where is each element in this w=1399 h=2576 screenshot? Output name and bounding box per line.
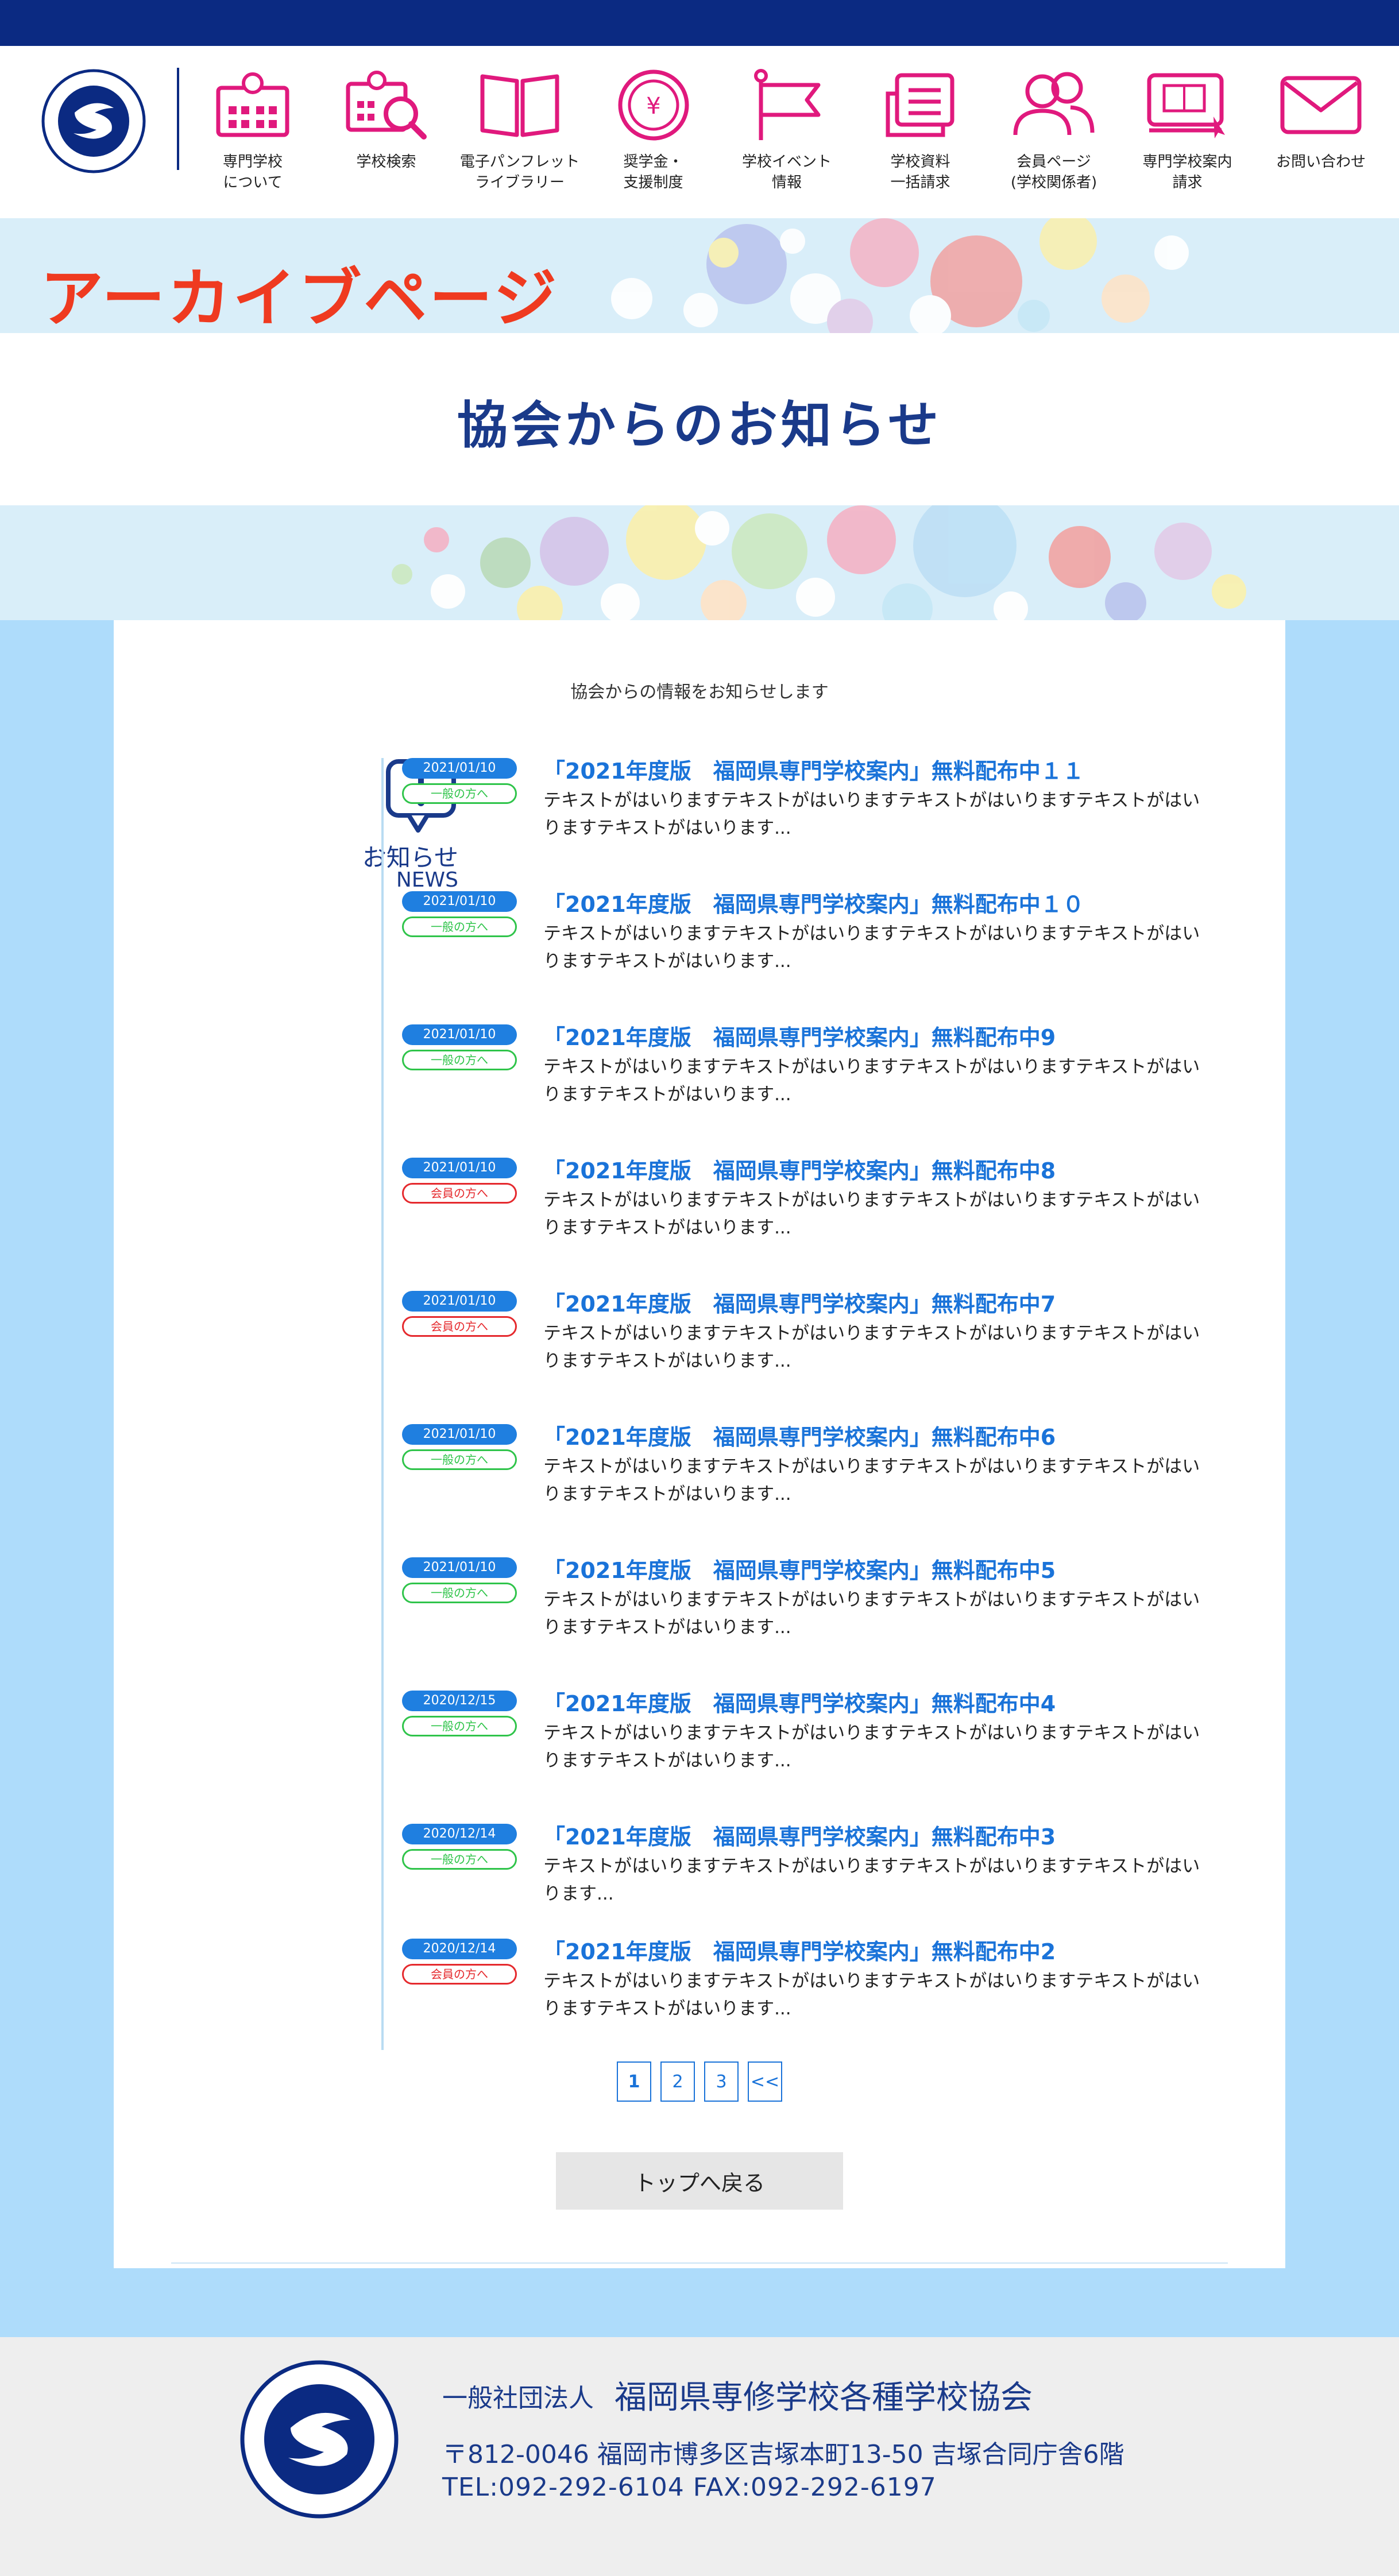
news-date-badge: 2020/12/14 xyxy=(402,1939,517,1959)
news-excerpt: テキストがはいりますテキストがはいりますテキストがはいりますテキストがはいります… xyxy=(543,1323,1200,1371)
nav-label: お問い合わせ xyxy=(1276,153,1366,171)
flag-icon xyxy=(741,68,833,142)
nav-label: 学校資料 一括請求 xyxy=(890,153,950,191)
general-audience-tag: 一般の方へ xyxy=(402,1449,517,1470)
news-title-link[interactable]: 「2021年度版 福岡県専門学校案内」無料配布中3 xyxy=(543,1819,1209,1851)
general-audience-tag: 一般の方へ xyxy=(402,1050,517,1070)
page-title: 協会からのお知らせ xyxy=(457,396,942,455)
news-excerpt: テキストがはいりますテキストがはいりますテキストがはいりますテキストがはいります… xyxy=(543,1456,1200,1504)
back-to-top-button[interactable]: トップへ戻る xyxy=(556,2152,843,2210)
news-date-badge: 2021/01/10 xyxy=(402,1024,517,1045)
nav-contact[interactable]: お問い合わせ xyxy=(1258,68,1384,200)
news-excerpt: テキストがはいりますテキストがはいりますテキストがはいりますテキストがはいります… xyxy=(543,1856,1200,1904)
news-date-badge: 2021/01/10 xyxy=(402,1291,517,1312)
news-title-link[interactable]: 「2021年度版 福岡県専門学校案内」無料配布中7 xyxy=(543,1286,1209,1318)
nav-label: 奨学金・ 支援制度 xyxy=(623,153,683,191)
yen-coin-icon: ¥ xyxy=(608,68,700,142)
news-excerpt: テキストがはいりますテキストがはいりますテキストがはいりますテキストがはいります… xyxy=(543,1057,1200,1105)
page-3-button[interactable]: 3 xyxy=(704,2061,739,2102)
news-date-badge: 2020/12/15 xyxy=(402,1691,517,1711)
news-excerpt: テキストがはいりますテキストがはいりますテキストがはいりますテキストがはいります… xyxy=(543,1589,1200,1638)
org-tel-fax: TEL:092-292-6104 FAX:092-292-6197 xyxy=(442,2473,937,2502)
nav-e-pamphlet[interactable]: 電子パンフレット ライブラリー xyxy=(457,68,583,200)
news-excerpt: テキストがはいりますテキストがはいりますテキストがはいりますテキストがはいります… xyxy=(543,923,1200,972)
nav-brochure-request[interactable]: 専門学校案内 請求 xyxy=(1124,68,1251,200)
member-audience-tag: 会員の方へ xyxy=(402,1183,517,1204)
nav-scholarship[interactable]: ¥ 奨学金・ 支援制度 xyxy=(590,68,717,200)
member-audience-tag: 会員の方へ xyxy=(402,1316,517,1337)
nav-label: 会員ページ (学校関係者) xyxy=(1010,153,1097,191)
news-date-badge: 2021/01/10 xyxy=(402,1424,517,1445)
nav-label: 専門学校 について xyxy=(222,153,283,191)
news-title-link[interactable]: 「2021年度版 福岡県専門学校案内」無料配布中5 xyxy=(543,1553,1209,1584)
news-title-link[interactable]: 「2021年度版 福岡県専門学校案内」無料配布中１１ xyxy=(543,753,1209,785)
nav-about-schools[interactable]: 専門学校 について xyxy=(190,68,316,200)
nav-school-events[interactable]: 学校イベント 情報 xyxy=(724,68,850,200)
hero-banner: アーカイブページ 協会からのお知らせ xyxy=(0,218,1399,620)
nav-label: 学校検索 xyxy=(356,153,416,171)
general-audience-tag: 一般の方へ xyxy=(402,1716,517,1736)
intro-text: 協会からの情報をお知らせします xyxy=(570,682,829,702)
org-prefix: 一般社団法人 xyxy=(442,2384,594,2413)
org-name: 福岡県専修学校各種学校協会 xyxy=(615,2379,1033,2416)
news-title-link[interactable]: 「2021年度版 福岡県専門学校案内」無料配布中6 xyxy=(543,1419,1209,1451)
org-address: 〒812-0046 福岡市博多区吉塚本町13-50 吉塚合同庁舎6階 xyxy=(442,2440,1124,2469)
nav-member-page[interactable]: 会員ページ (学校関係者) xyxy=(991,68,1117,200)
divider xyxy=(171,2262,1228,2264)
news-date-badge: 2021/01/10 xyxy=(402,758,517,779)
nav-label: 電子パンフレット ライブラリー xyxy=(459,153,580,191)
news-title-link[interactable]: 「2021年度版 福岡県専門学校案内」無料配布中4 xyxy=(543,1686,1209,1718)
news-excerpt: テキストがはいりますテキストがはいりますテキストがはいりますテキストがはいります… xyxy=(543,790,1200,838)
archive-page-label: アーカイブページ xyxy=(40,262,559,335)
news-title-link[interactable]: 「2021年度版 福岡県専門学校案内」無料配布中１０ xyxy=(543,887,1209,918)
general-audience-tag: 一般の方へ xyxy=(402,1583,517,1603)
page-2-button[interactable]: 2 xyxy=(660,2061,695,2102)
pagination: 1 2 3 << xyxy=(114,2061,1285,2102)
top-bar xyxy=(0,0,1399,46)
news-title-link[interactable]: 「2021年度版 福岡県専門学校案内」無料配布中9 xyxy=(543,1020,1209,1051)
site-footer: 一般社団法人 福岡県専修学校各種学校協会 〒812-0046 福岡市博多区吉塚本… xyxy=(0,2337,1399,2576)
nav-label: 専門学校案内 請求 xyxy=(1142,153,1232,191)
news-title-link[interactable]: 「2021年度版 福岡県専門学校案内」無料配布中8 xyxy=(543,1153,1209,1185)
general-audience-tag: 一般の方へ xyxy=(402,916,517,937)
document-icon xyxy=(875,68,967,142)
news-excerpt: テキストがはいりますテキストがはいりますテキストがはいりますテキストがはいります… xyxy=(543,1971,1200,2019)
news-label-en: NEWS xyxy=(396,868,458,892)
nav-bulk-request[interactable]: 学校資料 一括請求 xyxy=(857,68,984,200)
svg-text:¥: ¥ xyxy=(646,93,660,119)
general-audience-tag: 一般の方へ xyxy=(402,1849,517,1870)
main-nav: 専門学校 について 学校検索 電子パンフレット ライブラリー ¥ 奨学金・ 支援… xyxy=(190,68,1384,200)
news-date-badge: 2021/01/10 xyxy=(402,1158,517,1178)
page-1-button[interactable]: 1 xyxy=(617,2061,651,2102)
school-search-icon xyxy=(341,68,432,142)
association-logo[interactable] xyxy=(40,68,147,175)
news-excerpt: テキストがはいりますテキストがはいりますテキストがはいりますテキストがはいります… xyxy=(543,1190,1200,1238)
members-icon xyxy=(1008,68,1100,142)
nav-school-search[interactable]: 学校検索 xyxy=(323,68,450,200)
member-audience-tag: 会員の方へ xyxy=(402,1964,517,1985)
logo-divider xyxy=(177,68,179,170)
open-book-icon xyxy=(474,68,566,142)
news-date-badge: 2021/01/10 xyxy=(402,1557,517,1578)
association-seal xyxy=(240,2360,399,2519)
news-date-badge: 2021/01/10 xyxy=(402,891,517,912)
page-first-button[interactable]: << xyxy=(748,2061,782,2102)
nav-label: 学校イベント 情報 xyxy=(741,153,832,191)
news-timeline-line xyxy=(381,758,384,2050)
mail-icon xyxy=(1275,68,1367,142)
brochure-request-icon xyxy=(1142,68,1234,142)
general-audience-tag: 一般の方へ xyxy=(402,783,517,804)
news-date-badge: 2020/12/14 xyxy=(402,1824,517,1844)
news-title-link[interactable]: 「2021年度版 福岡県専門学校案内」無料配布中2 xyxy=(543,1934,1209,1966)
news-excerpt: テキストがはいりますテキストがはいりますテキストがはいりますテキストがはいります… xyxy=(543,1723,1200,1771)
school-building-icon xyxy=(207,68,299,142)
main-content: 協会からの情報をお知らせします お知らせ NEWS 2021/01/10 一般の方… xyxy=(114,620,1285,2268)
